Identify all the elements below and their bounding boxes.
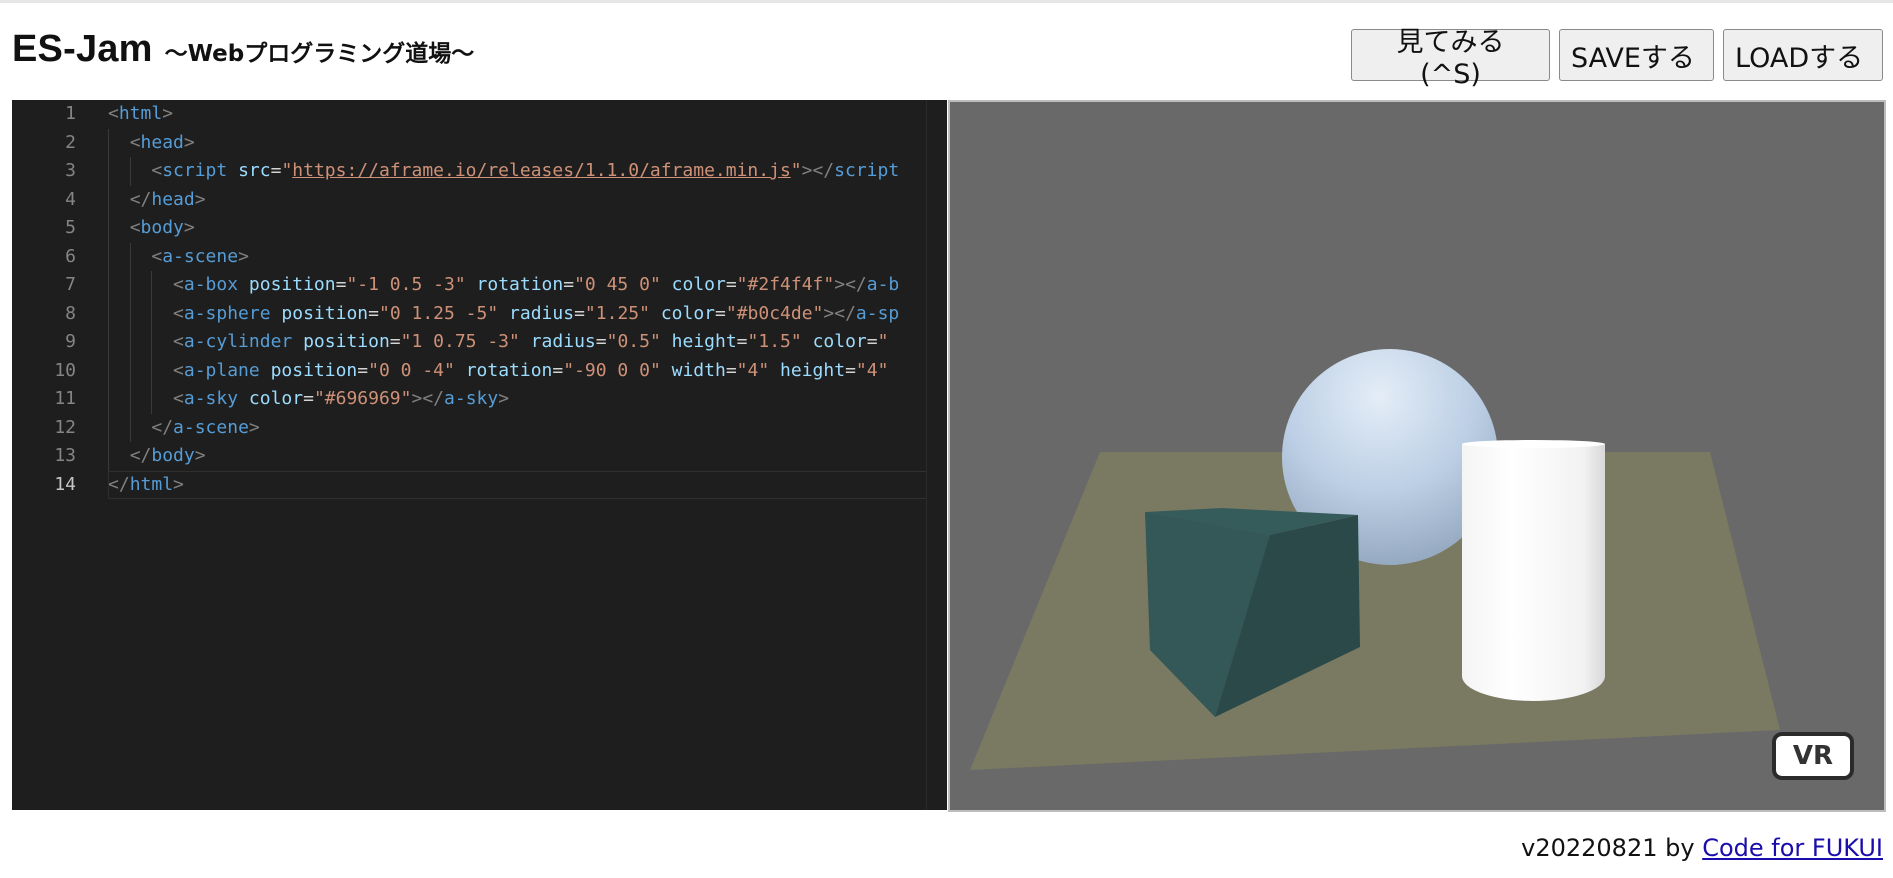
scene-canvas[interactable] <box>950 102 1884 810</box>
code-line[interactable]: <a-sphere position="0 1.25 -5" radius="1… <box>108 299 947 328</box>
line-number: 3 <box>65 160 76 181</box>
code-line[interactable]: </body> <box>108 442 947 471</box>
line-number: 14 <box>54 473 76 495</box>
header: ES-Jam 〜Webプログラミング道場〜 <box>12 28 474 71</box>
code-line[interactable]: <head> <box>108 128 947 157</box>
save-button[interactable]: SAVEする <box>1559 29 1714 81</box>
line-number: 9 <box>65 331 76 352</box>
line-number: 4 <box>65 188 76 210</box>
line-number: 10 <box>54 359 76 381</box>
preview-button[interactable]: 見てみる (^S) <box>1351 27 1550 90</box>
code-line[interactable]: <a-box position="-1 0.5 -3" rotation="0 … <box>108 271 947 300</box>
code-line[interactable]: </head> <box>108 185 947 214</box>
line-number: 6 <box>65 245 76 267</box>
line-number: 1 <box>65 103 76 124</box>
load-button[interactable]: LOADする <box>1723 29 1883 81</box>
code-line[interactable]: </html> <box>108 470 947 499</box>
code-line[interactable]: <a-plane position="0 0 -4" rotation="-90… <box>108 356 947 385</box>
code-line[interactable]: <a-sky color="#696969"></a-sky> <box>108 385 947 414</box>
version-text: v20220821 by <box>1521 834 1703 862</box>
code-line[interactable]: <a-cylinder position="1 0.75 -3" radius=… <box>108 328 947 357</box>
top-divider <box>0 0 1893 3</box>
line-number: 2 <box>65 131 76 153</box>
code-line[interactable]: <body> <box>108 214 947 243</box>
code-area[interactable]: <html> <head> <script src="https://afram… <box>108 100 947 810</box>
code-line[interactable]: <script src="https://aframe.io/releases/… <box>108 157 947 186</box>
line-number: 7 <box>65 274 76 295</box>
code-editor[interactable]: 1 2 3 4 5 6 7 8 9 10 11 12 13 14 <html> <head> <scrip… <box>12 100 947 810</box>
code-line[interactable]: </a-scene> <box>108 413 947 442</box>
footer: v20220821 by Code for FUKUI <box>1521 834 1883 862</box>
code-line[interactable]: <a-scene> <box>108 242 947 271</box>
app-title: ES-Jam <box>12 28 153 70</box>
toolbar: 見てみる (^S) SAVEする LOADする <box>1351 27 1883 90</box>
line-number: 13 <box>54 445 76 466</box>
vr-button[interactable]: VR <box>1772 732 1854 780</box>
line-number-gutter: 1 2 3 4 5 6 7 8 9 10 11 12 13 14 <box>12 100 76 810</box>
line-number: 11 <box>54 388 76 409</box>
scene-preview[interactable]: VR <box>948 100 1886 812</box>
line-number: 8 <box>65 302 76 324</box>
editor-overview-ruler[interactable] <box>926 100 947 810</box>
code-line[interactable]: <html> <box>108 100 947 129</box>
cylinder <box>1462 440 1605 701</box>
app-subtitle: 〜Webプログラミング道場〜 <box>164 41 475 67</box>
line-number: 12 <box>54 416 76 438</box>
code-for-fukui-link[interactable]: Code for FUKUI <box>1702 834 1883 862</box>
line-number: 5 <box>65 217 76 238</box>
